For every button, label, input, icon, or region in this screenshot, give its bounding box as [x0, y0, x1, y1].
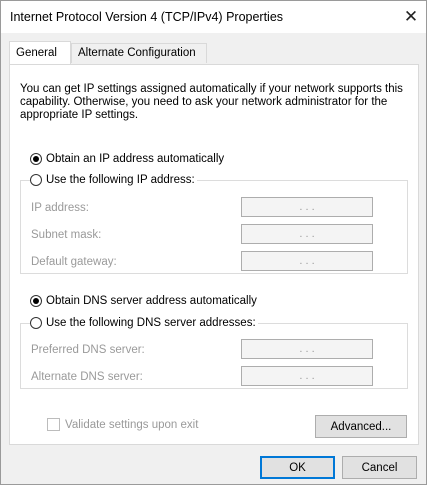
ip-address-value: . . . [299, 201, 315, 213]
radio-button-selected[interactable] [30, 295, 42, 307]
advanced-button[interactable]: Advanced... [315, 415, 407, 438]
alternate-dns-value: . . . [299, 370, 315, 382]
radio-use-following-ip[interactable]: Use the following IP address: [30, 174, 197, 186]
preferred-dns-field[interactable]: . . . [241, 339, 373, 359]
general-tab-panel: You can get IP settings assigned automat… [9, 64, 419, 445]
default-gateway-field[interactable]: . . . [241, 251, 373, 271]
description-text: You can get IP settings assigned automat… [20, 83, 403, 121]
radio-label: Use the following IP address: [46, 174, 195, 186]
title-bar: Internet Protocol Version 4 (TCP/IPv4) P… [1, 1, 426, 33]
subnet-mask-field[interactable]: . . . [241, 224, 373, 244]
radio-button[interactable] [30, 317, 42, 329]
radio-label: Obtain an IP address automatically [46, 153, 225, 165]
default-gateway-label: Default gateway: [31, 256, 117, 268]
alternate-dns-field[interactable]: . . . [241, 366, 373, 386]
ip-address-field[interactable]: . . . [241, 197, 373, 217]
ok-button[interactable]: OK [260, 456, 335, 479]
subnet-mask-label: Subnet mask: [31, 229, 102, 241]
radio-button[interactable] [30, 174, 42, 186]
ipv4-properties-dialog: Internet Protocol Version 4 (TCP/IPv4) P… [0, 0, 427, 485]
radio-use-following-dns[interactable]: Use the following DNS server addresses: [30, 317, 258, 329]
close-icon[interactable]: ✕ [396, 1, 426, 33]
radio-obtain-ip-auto[interactable]: Obtain an IP address automatically [30, 153, 227, 165]
radio-button-selected[interactable] [30, 153, 42, 165]
dns-server-groupbox: Preferred DNS server: . . . Alternate DN… [20, 323, 408, 389]
ip-address-groupbox: IP address: . . . Subnet mask: . . . Def… [20, 180, 408, 274]
checkbox-box[interactable] [47, 418, 60, 431]
preferred-dns-value: . . . [299, 343, 315, 355]
tab-general[interactable]: General [9, 41, 71, 64]
checkbox-label: Validate settings upon exit [65, 418, 199, 431]
radio-obtain-dns-auto[interactable]: Obtain DNS server address automatically [30, 295, 259, 307]
validate-settings-checkbox[interactable]: Validate settings upon exit [47, 418, 198, 431]
radio-label: Obtain DNS server address automatically [46, 295, 257, 307]
tab-alternate-configuration[interactable]: Alternate Configuration [71, 43, 207, 63]
subnet-mask-value: . . . [299, 228, 315, 240]
radio-label: Use the following DNS server addresses: [46, 317, 256, 329]
cancel-button[interactable]: Cancel [342, 456, 417, 479]
window-title: Internet Protocol Version 4 (TCP/IPv4) P… [10, 10, 284, 24]
ip-address-label: IP address: [31, 202, 89, 214]
preferred-dns-label: Preferred DNS server: [31, 344, 145, 356]
alternate-dns-label: Alternate DNS server: [31, 371, 143, 383]
default-gateway-value: . . . [299, 255, 315, 267]
